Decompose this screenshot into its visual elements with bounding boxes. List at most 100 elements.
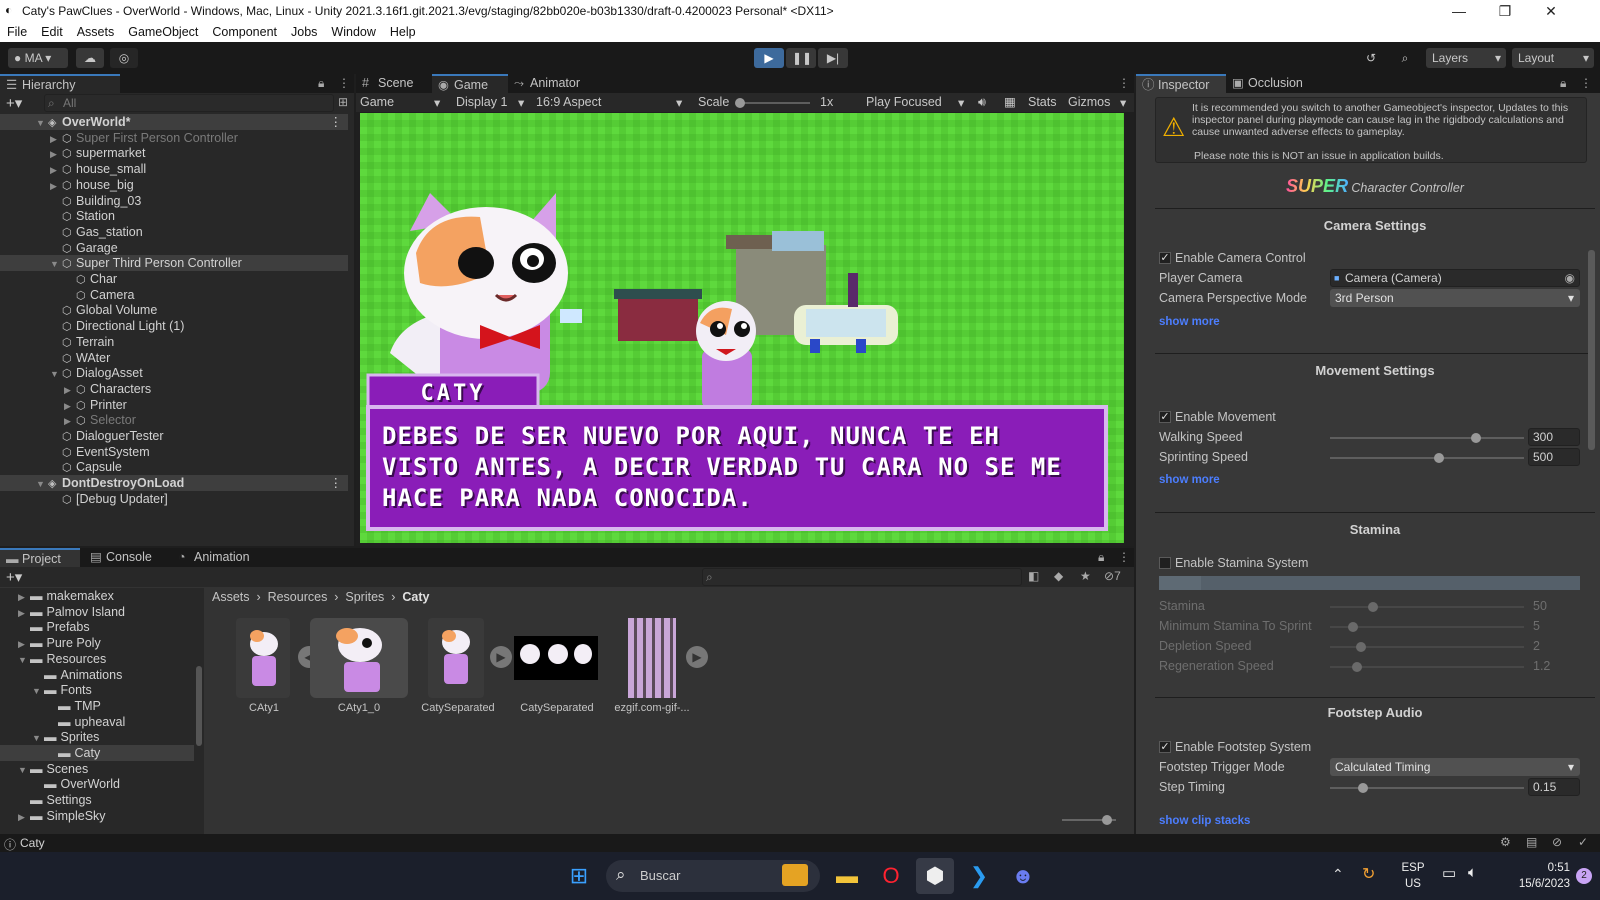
unity-app-icon[interactable]: ⬢ — [916, 858, 954, 894]
language-indicator[interactable]: ESP US — [1396, 860, 1430, 892]
project-folder-item[interactable]: ▼ ▬ Sprites — [0, 729, 194, 745]
hierarchy-item[interactable]: ▼ ⬡ Super Third Person Controller — [0, 255, 348, 272]
expand-right-icon[interactable]: ▶ — [50, 162, 62, 178]
breadcrumb-resources[interactable]: Resources — [268, 590, 328, 604]
expand-right-icon[interactable]: ▶ — [50, 146, 62, 162]
project-folder-item[interactable]: ▼ ▬ Fonts — [0, 682, 194, 698]
vscode-icon[interactable]: ❯ — [960, 858, 998, 894]
aspect-dropdown[interactable]: 16:9 Aspect — [536, 95, 601, 109]
menu-help[interactable]: Help — [383, 25, 423, 39]
hierarchy-item[interactable]: ⬡ Camera — [0, 287, 348, 303]
hierarchy-item[interactable]: ▶ ⬡ Super First Person Controller — [0, 130, 348, 146]
hierarchy-item[interactable]: ⬡ Directional Light (1) — [0, 318, 348, 334]
regeneration-speed-value[interactable]: 1.2 — [1533, 659, 1550, 673]
enable-stamina-checkbox[interactable] — [1159, 557, 1171, 569]
expand-down-icon[interactable]: ▼ — [18, 762, 30, 778]
depletion-speed-value[interactable]: 2 — [1533, 639, 1540, 653]
hierarchy-item[interactable]: ⬡ Global Volume — [0, 302, 348, 318]
check-icon[interactable]: ✓ — [1578, 835, 1588, 849]
tab-occlusion[interactable]: ▣ Occlusion — [1226, 74, 1322, 93]
project-folder-item[interactable]: ▶ ▬ makemakex — [0, 588, 194, 604]
menu-edit[interactable]: Edit — [34, 25, 70, 39]
lock-icon[interactable]: 🔒︎ — [318, 76, 324, 91]
opera-icon[interactable]: O — [872, 858, 910, 894]
history-button[interactable]: ↺ — [1358, 48, 1384, 68]
add-icon[interactable]: +▾ — [6, 568, 22, 586]
menu-gameobject[interactable]: GameObject — [121, 25, 205, 39]
hierarchy-search-input[interactable]: ⌕ All — [44, 94, 334, 112]
step-timing-knob[interactable] — [1357, 783, 1368, 793]
grid-icon[interactable]: ▦ — [1004, 94, 1016, 109]
step-timing-slider[interactable] — [1330, 783, 1524, 793]
asset-item[interactable]: CatySeparated — [514, 618, 600, 714]
enable-movement-checkbox[interactable]: ✓ — [1159, 411, 1171, 423]
volume-icon[interactable]: 🔈︎ — [1468, 864, 1477, 881]
breadcrumb-assets[interactable]: Assets — [212, 590, 250, 604]
expand-down-icon[interactable]: ▼ — [32, 683, 44, 699]
minimize-button[interactable]: — — [1436, 0, 1482, 22]
tab-console[interactable]: ▤ Console — [84, 548, 170, 567]
camera-show-more-link[interactable]: show more — [1159, 316, 1220, 328]
asset-item[interactable]: CAty1 — [236, 618, 292, 714]
menu-jobs[interactable]: Jobs — [284, 25, 324, 39]
expand-down-icon[interactable]: ▼ — [50, 256, 62, 272]
project-folder-item[interactable]: ▬ Settings — [0, 792, 194, 808]
tab-game[interactable]: ◉ Game — [432, 74, 508, 93]
project-folder-item[interactable]: ▬ upheaval — [0, 714, 194, 730]
hierarchy-item[interactable]: ▶ ⬡ Printer — [0, 397, 348, 413]
expand-right-icon[interactable]: ▶ — [18, 636, 30, 652]
expand-right-icon[interactable]: ▶ — [64, 413, 76, 429]
debug-icon[interactable]: ⊘ — [1552, 835, 1562, 849]
game-dropdown[interactable]: Game — [360, 95, 394, 109]
menu-assets[interactable]: Assets — [70, 25, 122, 39]
stamina-knob[interactable] — [1367, 602, 1378, 612]
expand-arrow-button[interactable]: ▶ — [490, 646, 512, 668]
project-tree-scrollbar[interactable] — [196, 666, 202, 746]
display-dropdown[interactable]: Display 1 — [456, 95, 507, 109]
tab-hierarchy[interactable]: ☰ Hierarchy — [0, 74, 120, 93]
tab-scene[interactable]: # Scene — [356, 74, 432, 93]
expand-right-icon[interactable]: ▶ — [18, 589, 30, 605]
add-icon[interactable]: +▾ — [6, 94, 22, 112]
tab-animation[interactable]: ◔ Animation — [172, 548, 272, 567]
kebab-menu-icon[interactable]: ⋮ — [1118, 550, 1130, 564]
mute-audio-icon[interactable]: 🔊︎ — [978, 95, 986, 110]
hierarchy-item[interactable]: ⬡ DialoguerTester — [0, 428, 348, 444]
hierarchy-item[interactable]: ⬡ Gas_station — [0, 224, 348, 240]
expand-right-icon[interactable]: ▶ — [50, 131, 62, 147]
object-picker-icon[interactable]: ◉ — [1565, 270, 1575, 286]
game-viewport[interactable]: CATY DEBES DE SER NUEVO POR AQUI, NUNCA … — [360, 113, 1124, 543]
movement-show-more-link[interactable]: show more — [1159, 474, 1220, 486]
tab-animator[interactable]: ⤳ Animator — [508, 74, 598, 93]
kebab-menu-icon[interactable]: ⋮ — [330, 114, 343, 130]
min-stamina-value[interactable]: 5 — [1533, 619, 1540, 633]
hierarchy-item[interactable]: ▶ ⬡ supermarket — [0, 145, 348, 161]
maximize-button[interactable]: ❐ — [1482, 0, 1528, 22]
search-by-type-icon[interactable]: ◧ — [1028, 569, 1039, 583]
expand-down-icon[interactable]: ▼ — [32, 730, 44, 746]
expand-down-icon[interactable]: ▼ — [36, 115, 48, 131]
project-folder-item[interactable]: ▬ TMP — [0, 698, 194, 714]
file-explorer-icon[interactable]: ▬ — [828, 858, 866, 894]
stamina-slider[interactable] — [1330, 602, 1524, 612]
kebab-menu-icon[interactable]: ⋮ — [1118, 76, 1130, 90]
asset-item-selected[interactable]: CAty1_0 — [310, 618, 408, 714]
lock-icon[interactable]: 🔒︎ — [1098, 550, 1104, 565]
footstep-trigger-dropdown[interactable]: Calculated Timing ▾ — [1330, 758, 1580, 776]
notification-badge[interactable]: 2 — [1576, 868, 1592, 884]
collab-button[interactable]: ◎ — [110, 48, 138, 68]
hierarchy-item[interactable]: ⬡ [Debug Updater] — [0, 491, 348, 507]
clock[interactable]: 0:51 15/6/2023 — [1500, 860, 1570, 892]
menu-component[interactable]: Component — [205, 25, 284, 39]
expand-right-icon[interactable]: ▶ — [18, 809, 30, 825]
depletion-speed-knob[interactable] — [1356, 642, 1367, 652]
hierarchy-item[interactable]: ⬡ Char — [0, 271, 348, 287]
favorite-icon[interactable]: ★ — [1080, 569, 1091, 583]
scale-slider-knob[interactable] — [735, 98, 745, 108]
walking-speed-field[interactable]: 300 — [1528, 428, 1580, 446]
project-folder-item[interactable]: ▶ ▬ Palmov Island — [0, 604, 194, 620]
sprinting-speed-slider[interactable] — [1330, 453, 1524, 463]
cache-icon[interactable]: ▤ — [1526, 835, 1537, 849]
status-text[interactable]: Caty — [20, 836, 45, 850]
hierarchy-item[interactable]: ⬡ Garage — [0, 240, 348, 256]
